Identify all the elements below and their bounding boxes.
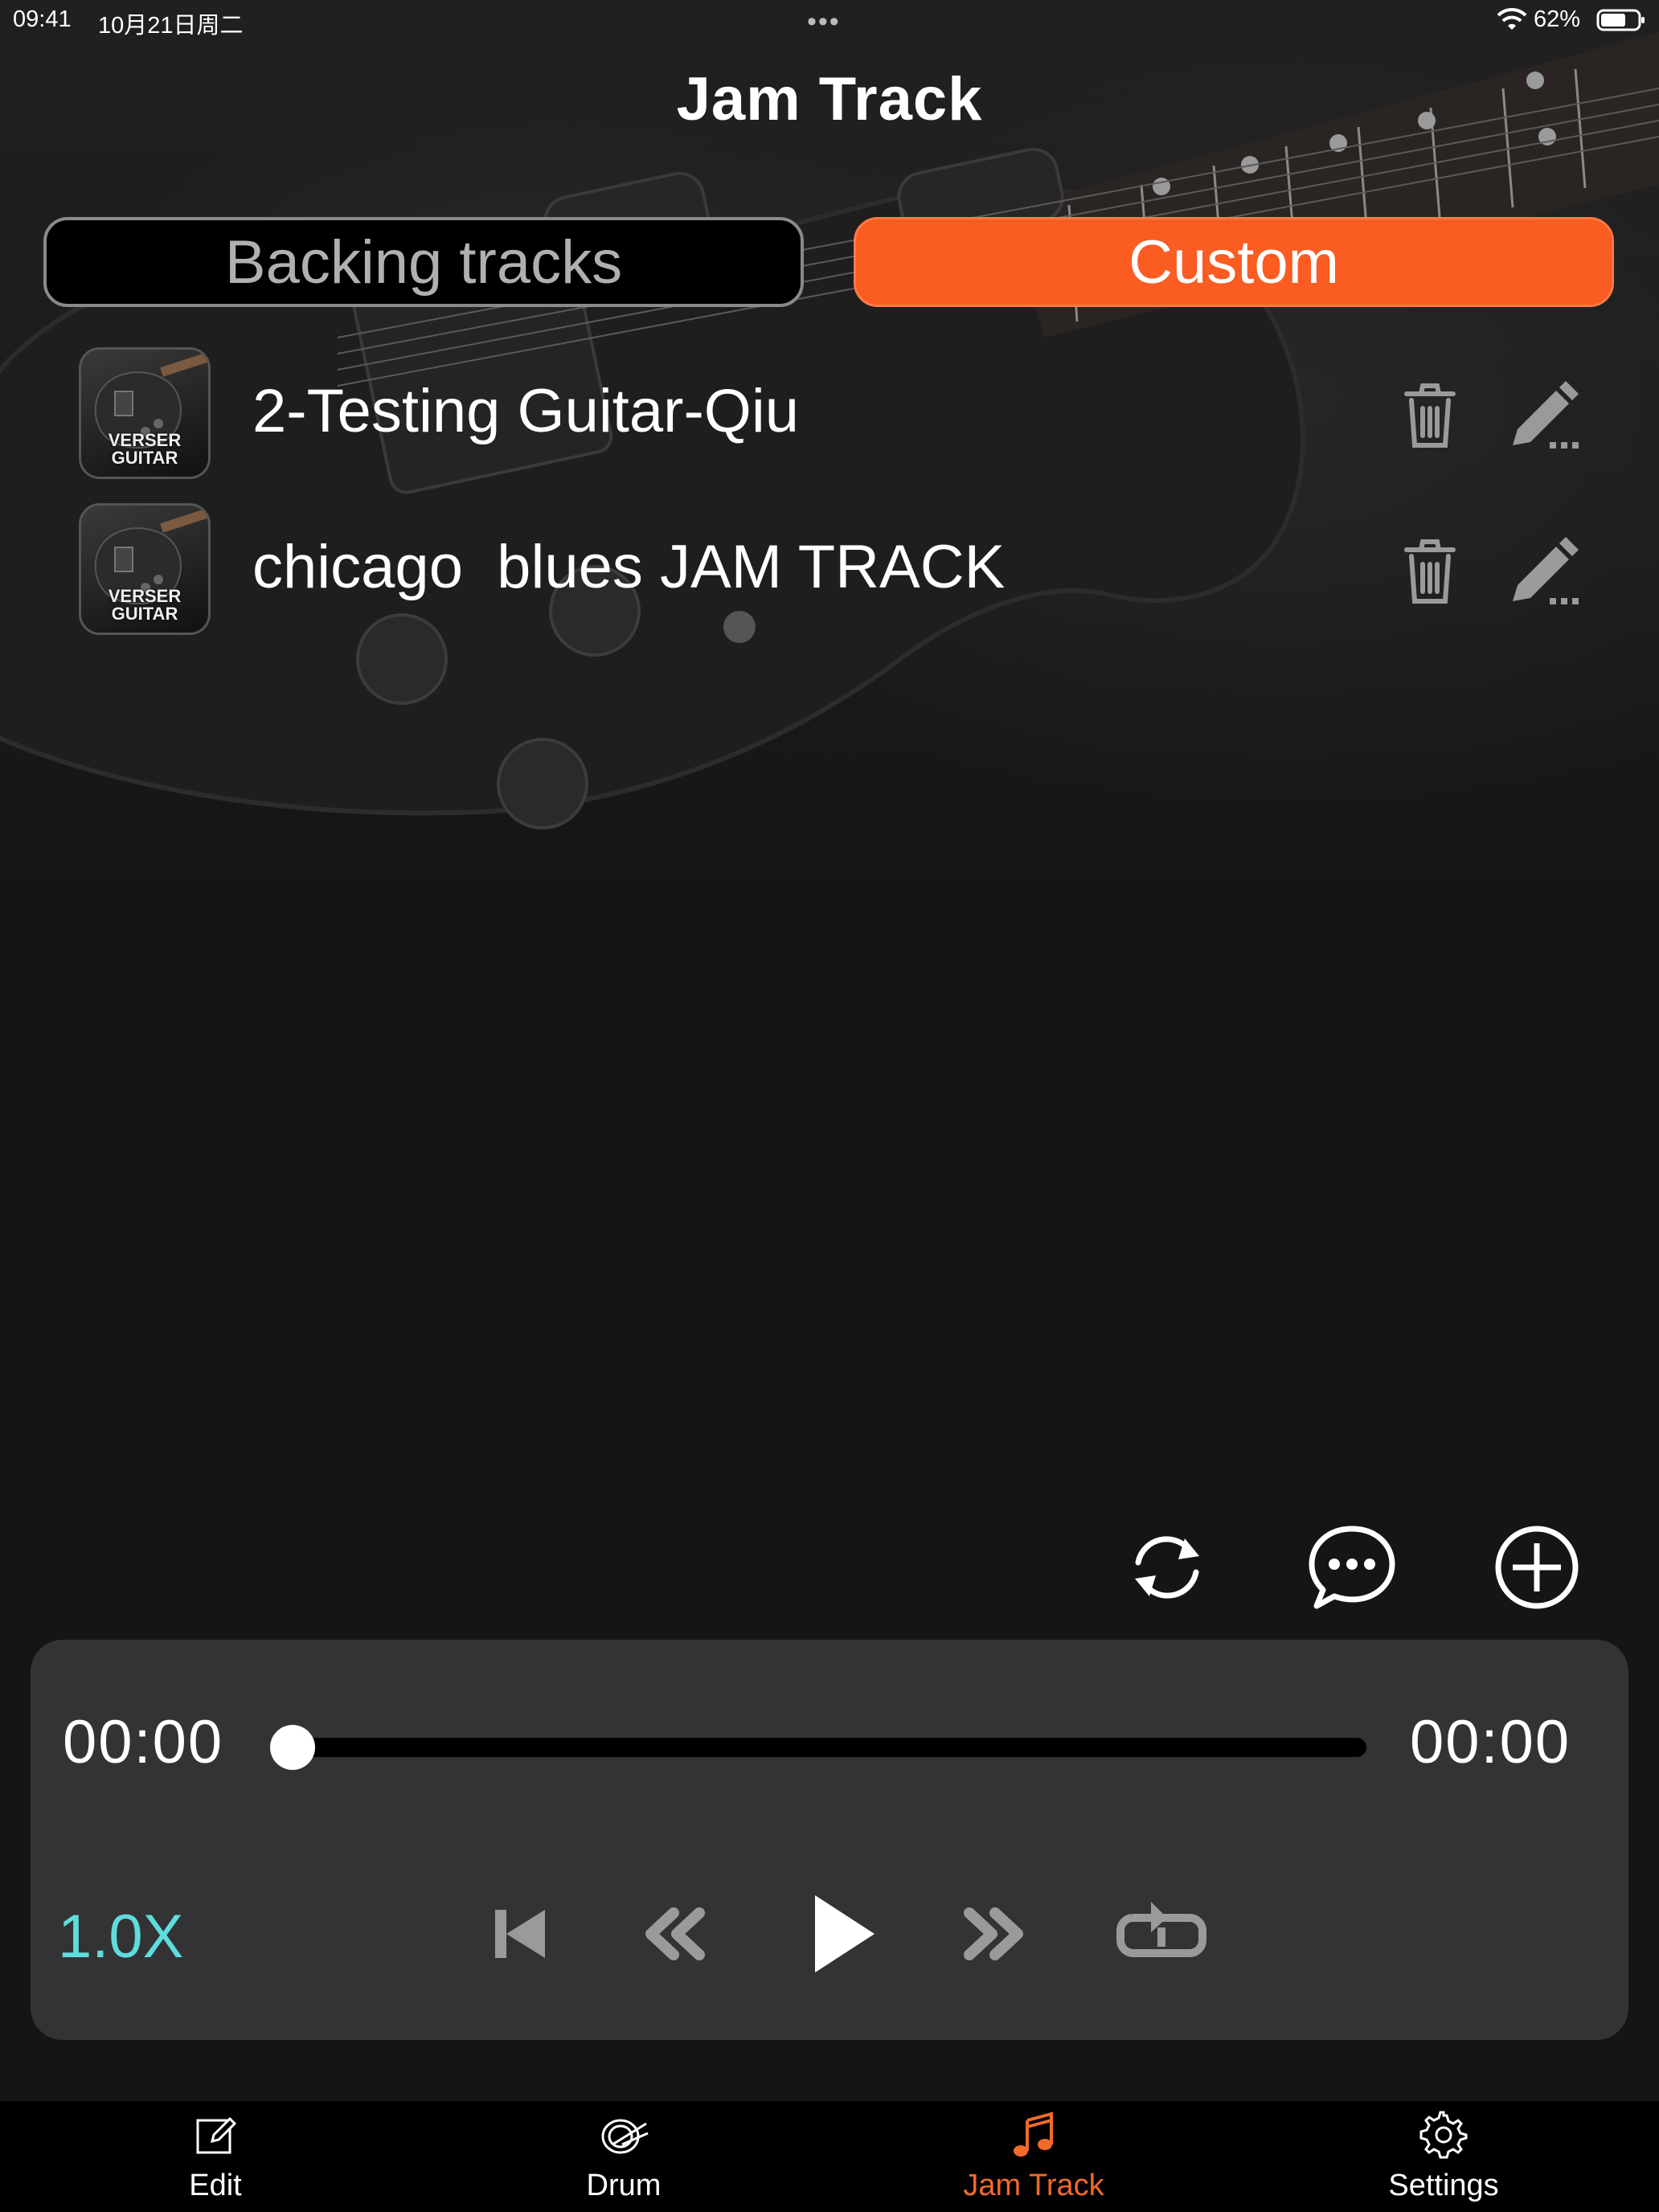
add-circle-icon[interactable] [1492, 1522, 1582, 1612]
track-title: chicago blues JAM TRACK [252, 533, 1006, 601]
track-thumbnail: VERSER GUITAR [79, 347, 211, 479]
skip-back-icon[interactable] [481, 1894, 561, 1974]
refresh-icon[interactable] [1122, 1522, 1212, 1612]
tab-bar: Edit Drum Jam Track Settings [0, 2101, 1659, 2212]
track-row[interactable]: VERSER GUITAR chicago blues JAM TRACK [79, 503, 1590, 637]
gear-icon [1419, 2111, 1468, 2159]
tab-label: Edit [189, 2169, 242, 2202]
status-date: 10月21日周二 [98, 13, 244, 39]
trash-icon[interactable] [1394, 535, 1466, 608]
rewind-icon[interactable] [633, 1894, 714, 1974]
tab-label: Settings [1388, 2169, 1499, 2202]
repeat-one-icon[interactable] [1109, 1894, 1214, 1974]
thumbnail-brand: VERSER GUITAR [108, 586, 182, 624]
progress-thumb[interactable] [270, 1725, 315, 1770]
segment-custom[interactable]: Custom [854, 217, 1614, 307]
total-time: 00:00 [1410, 1708, 1571, 1776]
page-title: Jam Track [676, 65, 983, 133]
tab-settings[interactable]: Settings [1323, 2101, 1564, 2212]
music-note-icon [1014, 2112, 1053, 2157]
play-icon[interactable] [791, 1894, 887, 1974]
chat-bubble-icon[interactable] [1307, 1522, 1397, 1612]
wifi-icon [1497, 8, 1527, 30]
track-thumbnail: VERSER GUITAR [79, 503, 211, 635]
audio-player: 00:00 00:00 1.0X [31, 1640, 1628, 2040]
trash-icon[interactable] [1394, 379, 1466, 452]
pencil-icon[interactable] [1506, 379, 1587, 452]
multitasking-dots[interactable]: ••• [807, 8, 841, 35]
tab-label: Drum [586, 2169, 662, 2202]
segmented-control: Backing tracks Custom [43, 217, 1616, 310]
track-title: 2-Testing Guitar-Qiu [252, 377, 800, 445]
fast-forward-icon[interactable] [955, 1894, 1035, 1974]
playback-speed[interactable]: 1.0X [58, 1902, 183, 1972]
drum-icon [601, 2119, 649, 2154]
status-bar: 09:41 10月21日周二 ••• 62% [0, 0, 1659, 40]
current-time: 00:00 [63, 1708, 224, 1776]
battery-percent: 62% [1534, 6, 1581, 32]
tab-edit[interactable]: Edit [95, 2101, 336, 2212]
segment-backing-tracks[interactable]: Backing tracks [43, 217, 804, 307]
thumbnail-brand: VERSER GUITAR [108, 430, 182, 468]
track-row[interactable]: VERSER GUITAR 2-Testing Guitar-Qiu [79, 347, 1590, 481]
progress-slider[interactable] [289, 1738, 1366, 1757]
pencil-icon[interactable] [1506, 535, 1587, 608]
tab-drum[interactable]: Drum [503, 2101, 744, 2212]
battery-icon [1596, 9, 1645, 31]
tab-label: Jam Track [963, 2169, 1104, 2202]
edit-square-icon [196, 2116, 237, 2154]
tab-jam-track[interactable]: Jam Track [913, 2101, 1154, 2212]
status-time: 09:41 [13, 6, 72, 32]
